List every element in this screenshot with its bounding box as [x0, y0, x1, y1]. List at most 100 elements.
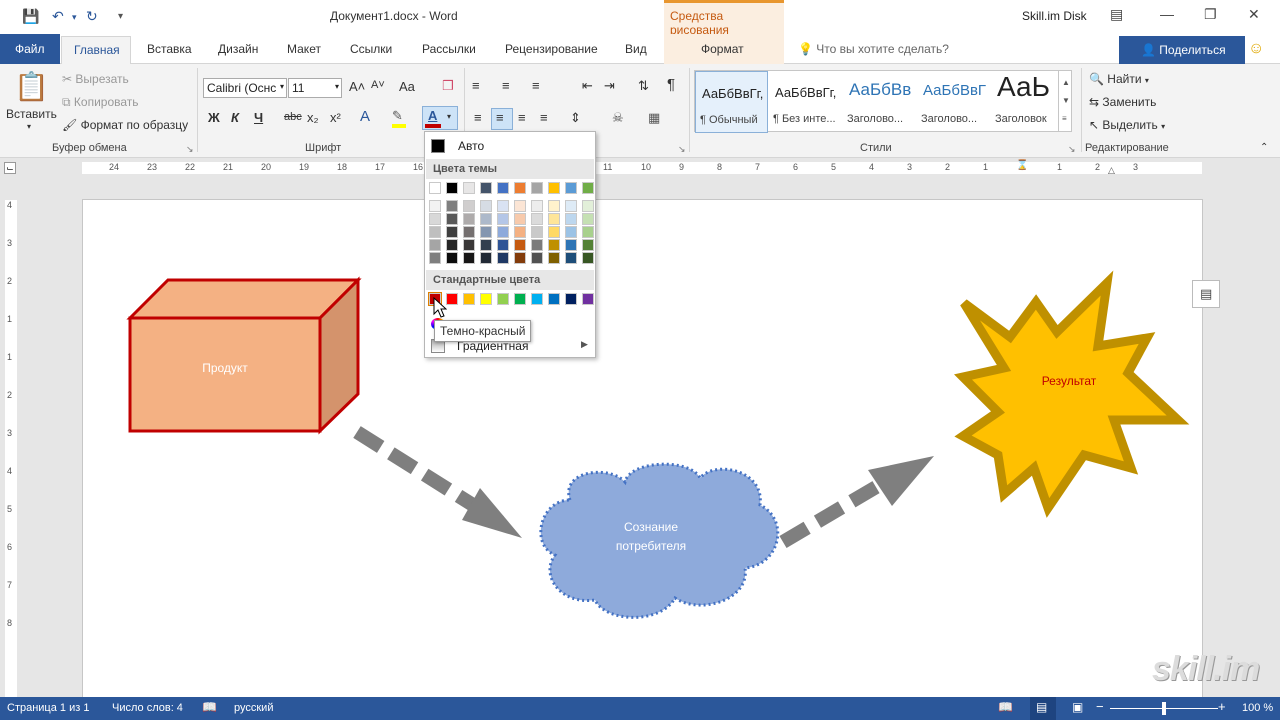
theme-shade-swatch[interactable]: [497, 252, 509, 264]
theme-shade-swatch[interactable]: [565, 252, 577, 264]
consciousness-line1: Сознание: [623, 520, 678, 534]
theme-shade-swatch[interactable]: [565, 226, 577, 238]
auto-label: Авто: [458, 139, 485, 153]
theme-color-swatch[interactable]: [514, 182, 526, 194]
theme-shade-swatch[interactable]: [463, 252, 475, 264]
auto-swatch: [431, 139, 445, 153]
theme-shade-swatch[interactable]: [514, 200, 526, 212]
theme-shade-swatch[interactable]: [480, 252, 492, 264]
theme-shade-swatch[interactable]: [582, 200, 594, 212]
theme-shade-swatch[interactable]: [548, 213, 560, 225]
mouse-cursor-icon: [433, 297, 447, 318]
color-tooltip: Темно-красный: [434, 320, 532, 342]
theme-shade-swatch[interactable]: [463, 200, 475, 212]
theme-shade-swatch[interactable]: [582, 226, 594, 238]
theme-shade-swatch[interactable]: [548, 226, 560, 238]
theme-shade-swatch[interactable]: [514, 239, 526, 251]
theme-shade-swatch[interactable]: [497, 213, 509, 225]
theme-shade-swatch[interactable]: [463, 226, 475, 238]
theme-shade-swatch[interactable]: [480, 226, 492, 238]
standard-color-swatch[interactable]: [480, 293, 492, 305]
theme-color-swatch[interactable]: [497, 182, 509, 194]
theme-shade-swatch[interactable]: [548, 252, 560, 264]
dashed-arrow-2[interactable]: [779, 456, 934, 549]
theme-shade-swatch[interactable]: [429, 200, 441, 212]
theme-shade-swatch[interactable]: [480, 200, 492, 212]
theme-shade-swatch[interactable]: [514, 226, 526, 238]
theme-color-swatch[interactable]: [565, 182, 577, 194]
theme-shade-swatch[interactable]: [497, 226, 509, 238]
drawing-shapes: [126, 270, 1190, 619]
theme-color-swatch[interactable]: [429, 182, 441, 194]
read-mode-icon[interactable]: 📖: [998, 700, 1013, 714]
zoom-in-icon[interactable]: +: [1218, 699, 1226, 714]
theme-shade-swatch[interactable]: [565, 200, 577, 212]
theme-shade-swatch[interactable]: [548, 239, 560, 251]
theme-shade-swatch[interactable]: [463, 239, 475, 251]
web-layout-icon[interactable]: ▣: [1072, 700, 1083, 714]
theme-shade-swatch[interactable]: [565, 239, 577, 251]
standard-color-swatch[interactable]: [582, 293, 594, 305]
cube-shape[interactable]: [126, 276, 362, 435]
print-layout-icon: ▤: [1036, 700, 1048, 714]
theme-shade-swatch[interactable]: [446, 226, 458, 238]
result-label: Результат: [1041, 374, 1097, 388]
explosion-shape[interactable]: [954, 270, 1190, 518]
standard-color-swatch[interactable]: [514, 293, 526, 305]
theme-shade-swatch[interactable]: [429, 239, 441, 251]
product-label: Продукт: [202, 361, 248, 375]
theme-color-swatch[interactable]: [548, 182, 560, 194]
theme-color-swatch[interactable]: [531, 182, 543, 194]
consciousness-line2: потребителя: [615, 539, 687, 553]
theme-shade-swatch[interactable]: [582, 213, 594, 225]
theme-color-swatch[interactable]: [480, 182, 492, 194]
theme-shade-swatch[interactable]: [531, 239, 543, 251]
standard-color-swatch[interactable]: [463, 293, 475, 305]
theme-shade-swatch[interactable]: [548, 200, 560, 212]
language[interactable]: русский: [234, 702, 273, 714]
theme-shade-swatch[interactable]: [514, 213, 526, 225]
dashed-arrow-1[interactable]: [353, 426, 522, 538]
theme-shade-swatch[interactable]: [531, 200, 543, 212]
standard-color-swatch[interactable]: [497, 293, 509, 305]
standard-colors-header: Стандартные цвета: [426, 270, 594, 290]
theme-color-swatch[interactable]: [582, 182, 594, 194]
theme-color-swatch[interactable]: [446, 182, 458, 194]
watermark-logo: skill.im: [1152, 650, 1260, 688]
theme-shade-swatch[interactable]: [497, 239, 509, 251]
chevron-right-icon: ▶: [581, 339, 588, 349]
page-count[interactable]: Страница 1 из 1: [7, 702, 89, 714]
theme-shade-swatch[interactable]: [531, 252, 543, 264]
zoom-slider-thumb[interactable]: [1162, 702, 1166, 715]
theme-shade-swatch[interactable]: [582, 252, 594, 264]
layout-options-icon[interactable]: ▤: [1192, 280, 1220, 308]
theme-shade-swatch[interactable]: [565, 213, 577, 225]
theme-shade-swatch[interactable]: [429, 213, 441, 225]
theme-shade-swatch[interactable]: [531, 213, 543, 225]
proofing-icon[interactable]: 📖: [202, 700, 217, 714]
theme-color-swatch[interactable]: [463, 182, 475, 194]
theme-shade-swatch[interactable]: [582, 239, 594, 251]
theme-shade-swatch[interactable]: [446, 213, 458, 225]
standard-color-swatch[interactable]: [446, 293, 458, 305]
auto-color-item[interactable]: Авто: [425, 134, 595, 156]
zoom-out-icon[interactable]: −: [1096, 699, 1104, 714]
theme-shade-swatch[interactable]: [514, 252, 526, 264]
word-count[interactable]: Число слов: 4: [112, 702, 183, 714]
theme-shade-swatch[interactable]: [497, 200, 509, 212]
standard-color-swatch[interactable]: [548, 293, 560, 305]
consciousness-label: Сознание потребителя: [575, 518, 727, 556]
theme-shade-swatch[interactable]: [463, 213, 475, 225]
theme-shade-swatch[interactable]: [480, 239, 492, 251]
status-bar: Страница 1 из 1 Число слов: 4 📖 русский …: [0, 697, 1280, 720]
theme-shade-swatch[interactable]: [446, 252, 458, 264]
standard-color-swatch[interactable]: [531, 293, 543, 305]
theme-shade-swatch[interactable]: [480, 213, 492, 225]
theme-shade-swatch[interactable]: [446, 239, 458, 251]
theme-shade-swatch[interactable]: [429, 252, 441, 264]
zoom-level[interactable]: 100 %: [1242, 702, 1273, 714]
standard-color-swatch[interactable]: [565, 293, 577, 305]
theme-shade-swatch[interactable]: [429, 226, 441, 238]
theme-shade-swatch[interactable]: [446, 200, 458, 212]
theme-shade-swatch[interactable]: [531, 226, 543, 238]
